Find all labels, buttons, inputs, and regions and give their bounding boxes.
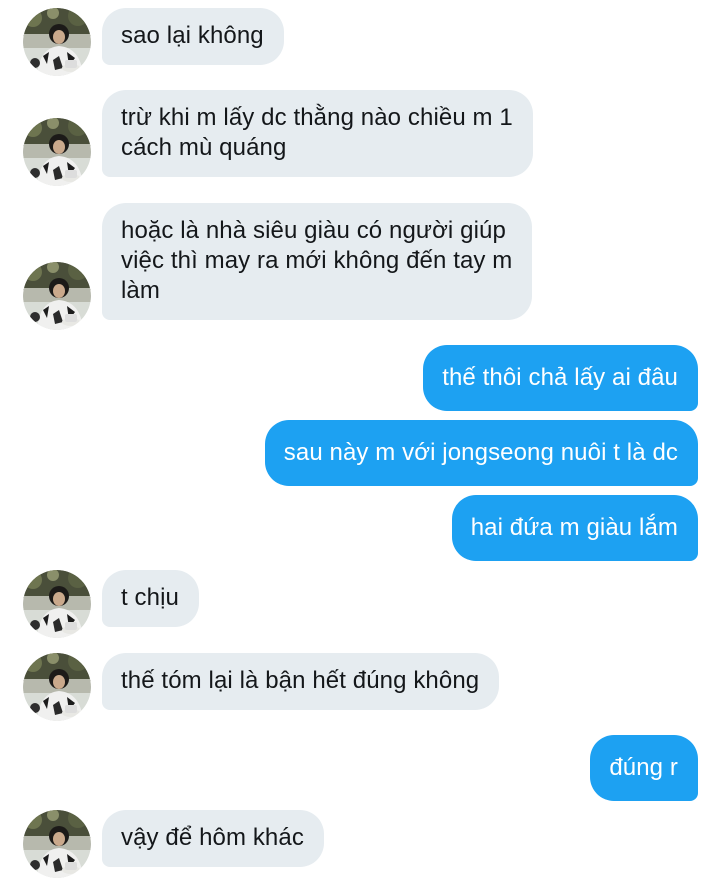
outgoing-message-bubble[interactable]: thế thôi chả lấy ai đâu <box>423 345 698 411</box>
incoming-message-bubble[interactable]: trừ khi m lấy dc thằng nào chiều m 1 các… <box>102 90 533 177</box>
user-photo-avatar-icon <box>23 570 91 638</box>
message-text: thế tóm lại là bận hết đúng không <box>121 667 480 694</box>
user-photo-avatar-icon <box>23 262 91 330</box>
incoming-message-bubble[interactable]: hoặc là nhà siêu giàu có người giúp việc… <box>102 203 533 320</box>
outgoing-message-bubble[interactable]: đúng r <box>590 735 698 801</box>
incoming-message-bubble[interactable]: thế tóm lại là bận hết đúng không <box>102 653 500 710</box>
user-photo-avatar-icon <box>23 810 91 878</box>
user-photo-avatar-icon <box>23 8 91 76</box>
contact-avatar[interactable] <box>23 262 91 330</box>
user-photo-avatar-icon <box>23 118 91 186</box>
message-text: vậy để hôm khác <box>121 824 304 851</box>
message-text: đúng r <box>609 754 678 781</box>
message-text: t chịu <box>121 584 179 611</box>
message-text: trừ khi m lấy dc thằng nào chiều m 1 các… <box>121 104 513 161</box>
contact-avatar[interactable] <box>23 8 91 76</box>
contact-avatar[interactable] <box>23 570 91 638</box>
conversation-thread: sao lại không trừ khi m lấy dc thằng nào… <box>0 0 719 884</box>
incoming-message-bubble[interactable]: vậy để hôm khác <box>102 810 324 867</box>
incoming-message-bubble[interactable]: sao lại không <box>102 8 284 65</box>
contact-avatar[interactable] <box>23 653 91 721</box>
message-text: sau này m với jongseong nuôi t là dc <box>283 439 678 466</box>
outgoing-message-bubble[interactable]: hai đứa m giàu lắm <box>451 495 698 561</box>
contact-avatar[interactable] <box>23 118 91 186</box>
message-text: thế thôi chả lấy ai đâu <box>442 364 678 391</box>
outgoing-message-bubble[interactable]: sau này m với jongseong nuôi t là dc <box>264 420 698 486</box>
user-photo-avatar-icon <box>23 653 91 721</box>
contact-avatar[interactable] <box>23 810 91 878</box>
message-text: hoặc là nhà siêu giàu có người giúp việc… <box>121 217 513 304</box>
message-text: sao lại không <box>121 22 264 49</box>
message-text: hai đứa m giàu lắm <box>470 514 678 541</box>
incoming-message-bubble[interactable]: t chịu <box>102 570 199 627</box>
